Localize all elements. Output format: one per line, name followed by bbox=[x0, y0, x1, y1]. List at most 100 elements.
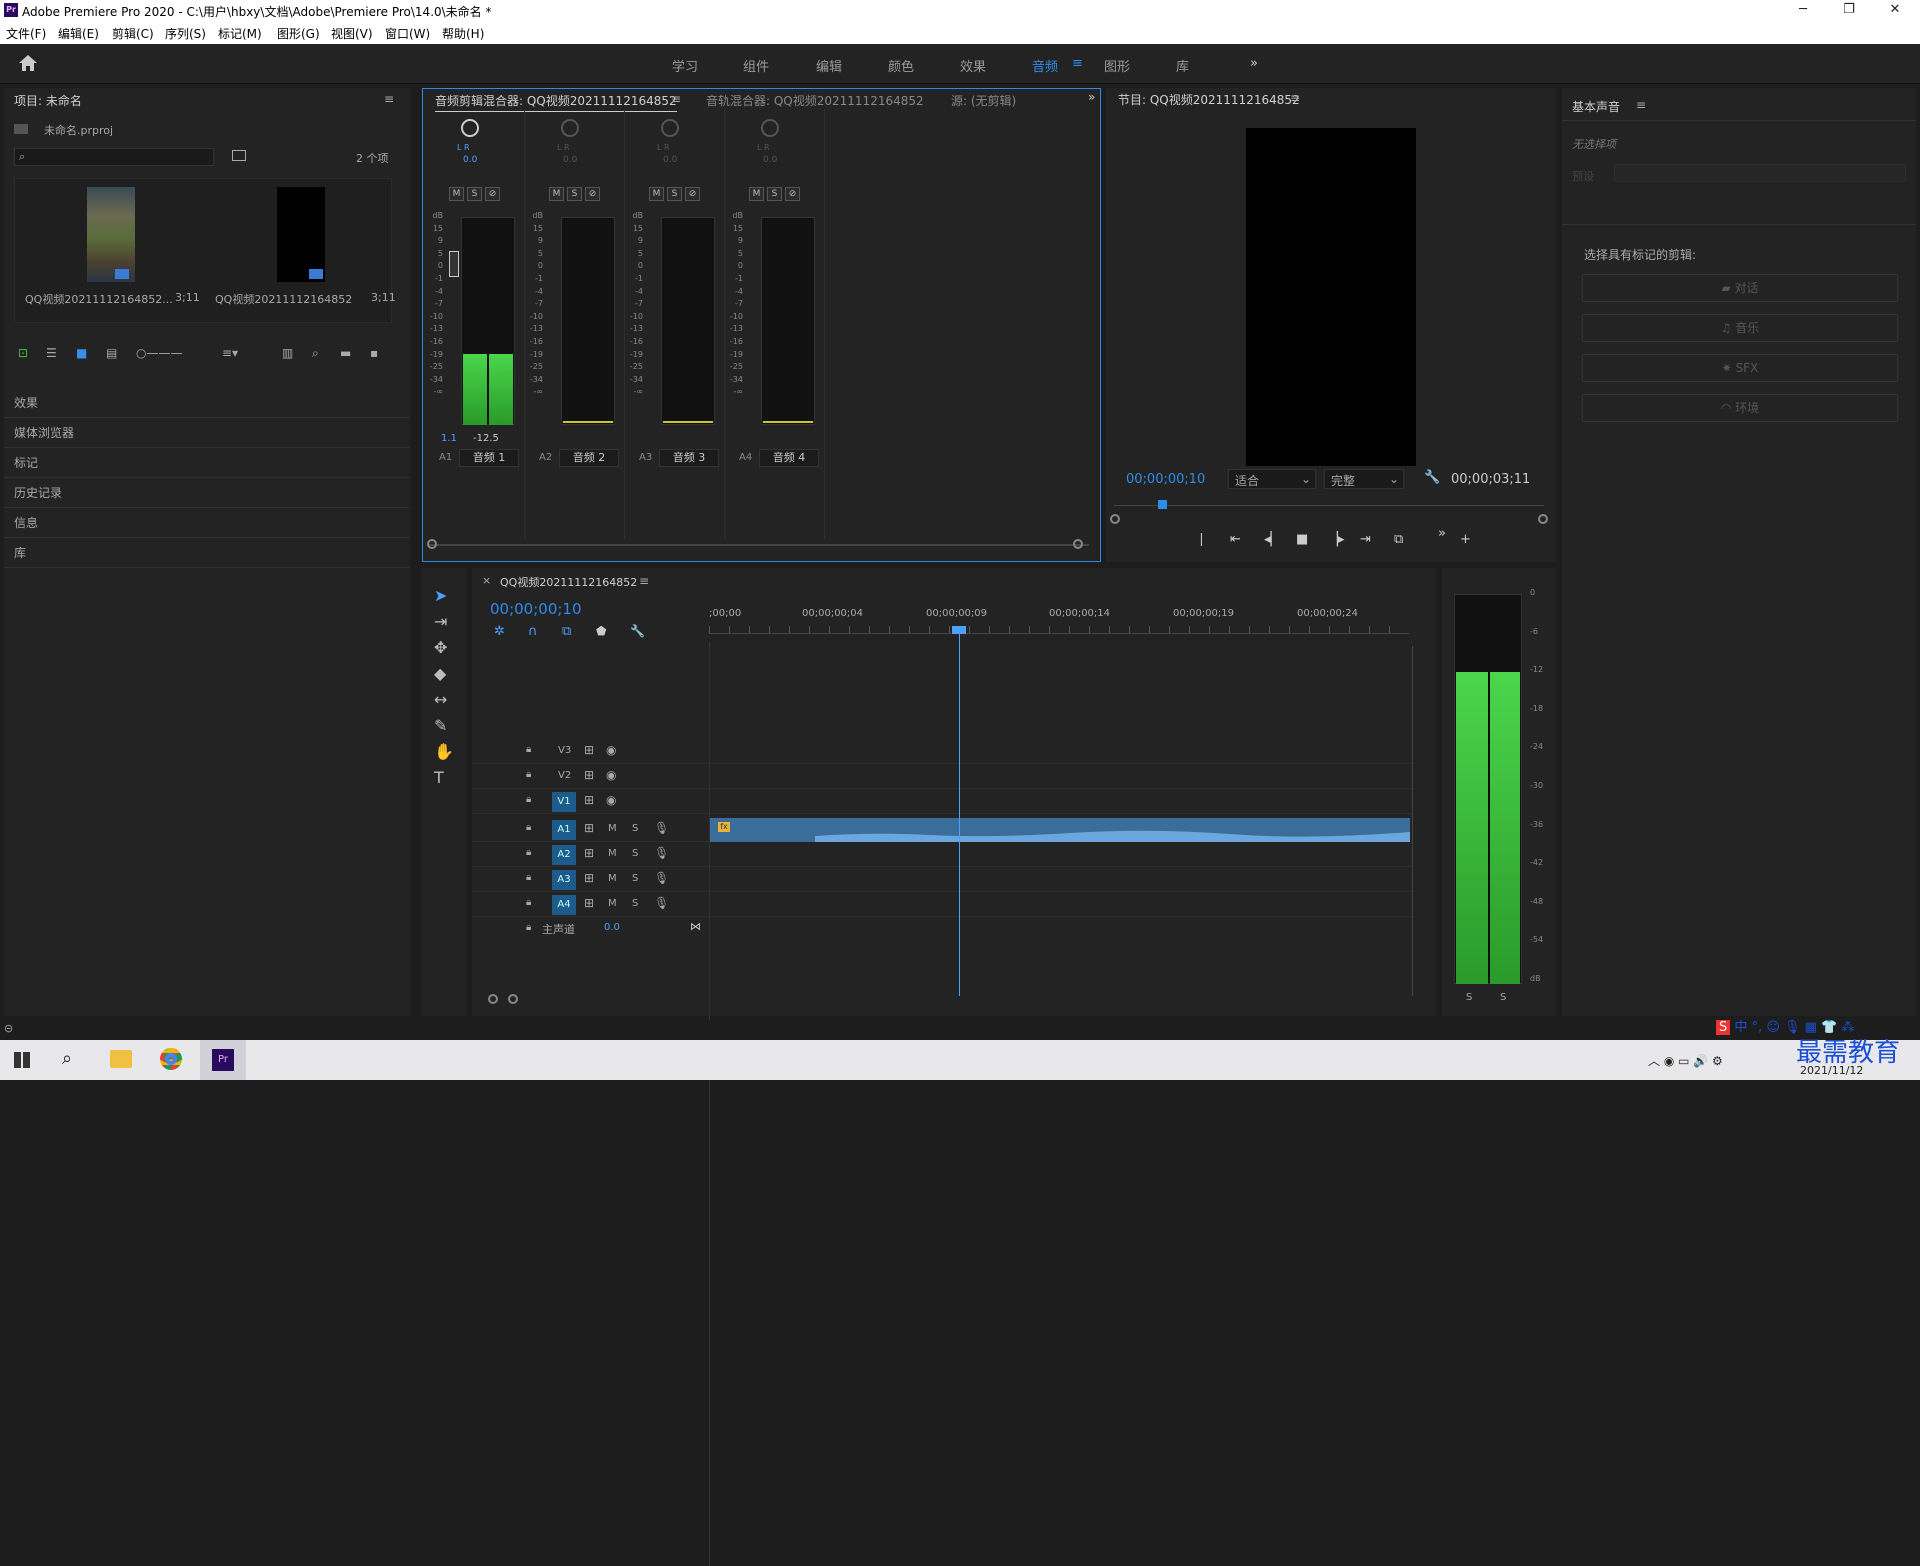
pan-value[interactable]: 0.0 bbox=[763, 155, 777, 165]
timeline-timecode[interactable]: 00;00;00;10 bbox=[490, 600, 582, 618]
freeform-view-icon[interactable]: ▤ bbox=[106, 346, 117, 360]
snap-icon[interactable]: ✲ bbox=[494, 624, 505, 639]
solo-button[interactable]: S bbox=[567, 187, 582, 201]
type-tool-icon[interactable]: T bbox=[434, 768, 444, 787]
workspace-graphics[interactable]: 图形 bbox=[1104, 56, 1130, 75]
solo-button[interactable]: S bbox=[632, 823, 638, 834]
pan-knob-icon[interactable] bbox=[461, 119, 479, 137]
pan-value[interactable]: 0.0 bbox=[463, 155, 477, 165]
more-controls-icon[interactable]: » bbox=[1438, 526, 1446, 541]
mixer-scrollbar[interactable] bbox=[429, 544, 1089, 546]
lock-icon[interactable]: ⊡ bbox=[18, 346, 28, 360]
mute-button[interactable]: M bbox=[608, 898, 617, 909]
lock-icon[interactable]: 🔒︎ bbox=[526, 822, 531, 833]
maximize-button[interactable]: ❐ bbox=[1826, 0, 1872, 22]
add-marker-icon[interactable]: ⬟ bbox=[596, 624, 606, 638]
track-target-A1[interactable]: A1 bbox=[552, 820, 576, 840]
automate-icon[interactable]: ▥ bbox=[282, 346, 293, 360]
razor-tool-icon[interactable]: ◆ bbox=[434, 664, 446, 683]
menu-marker[interactable]: 标记(M) bbox=[218, 25, 262, 42]
tab-track-mixer[interactable]: 音轨混合器: QQ视频20211112164852 bbox=[706, 92, 924, 109]
track-target-V1[interactable]: V1 bbox=[552, 792, 576, 812]
record-button[interactable]: ⊘ bbox=[685, 187, 700, 201]
eye-icon[interactable]: ◉ bbox=[606, 793, 616, 807]
step-back-icon[interactable]: ◂▏ bbox=[1264, 532, 1281, 547]
lock-icon[interactable]: 🔒︎ bbox=[526, 744, 531, 755]
menu-window[interactable]: 窗口(W) bbox=[385, 25, 430, 42]
lock-icon[interactable]: 🔒︎ bbox=[526, 794, 531, 805]
workspace-assembly[interactable]: 组件 bbox=[743, 56, 769, 75]
selection-tool-icon[interactable]: ➤ bbox=[434, 586, 447, 605]
search-icon[interactable]: ⌕ bbox=[62, 1048, 72, 1069]
lock-icon[interactable]: 🔒︎ bbox=[526, 922, 531, 933]
mute-button[interactable]: M bbox=[608, 823, 617, 834]
mixer-menu-icon[interactable]: ≡ bbox=[671, 92, 681, 106]
solo-button[interactable]: S bbox=[632, 848, 638, 859]
volume-fader[interactable] bbox=[449, 251, 459, 277]
find-icon[interactable]: ⌕ bbox=[312, 346, 319, 361]
tray-icons[interactable]: ︿ ◉ ▭ 🔊 ⚙ bbox=[1648, 1052, 1723, 1069]
new-item-icon[interactable]: ▪ bbox=[370, 346, 378, 360]
solo-button[interactable]: S bbox=[767, 187, 782, 201]
go-to-in-icon[interactable]: ⇤ bbox=[1230, 532, 1241, 547]
lock-icon[interactable]: 🔒︎ bbox=[526, 769, 531, 780]
track-target-V3[interactable]: V3 bbox=[558, 745, 571, 756]
audio-clip-a1[interactable]: fx bbox=[710, 818, 1410, 842]
more-workspaces-icon[interactable]: » bbox=[1250, 56, 1258, 71]
markers-tab[interactable]: 标记 bbox=[4, 448, 410, 478]
master-value[interactable]: 0.0 bbox=[604, 922, 620, 933]
windows-start-icon[interactable] bbox=[14, 1052, 30, 1068]
record-button[interactable]: ⊘ bbox=[485, 187, 500, 201]
eye-icon[interactable]: ◉ bbox=[606, 768, 616, 782]
premiere-taskbar-button[interactable]: Pr bbox=[200, 1040, 246, 1080]
icon-view-icon[interactable]: ■ bbox=[76, 346, 87, 360]
go-to-out-icon[interactable]: ⇥ bbox=[1360, 532, 1371, 547]
sfx-button[interactable]: ✷ SFX bbox=[1582, 354, 1898, 382]
export-frame-icon[interactable]: ⧉ bbox=[1394, 532, 1403, 547]
sync-lock-icon[interactable]: ⊞ bbox=[584, 743, 594, 757]
track-target-V2[interactable]: V2 bbox=[558, 770, 571, 781]
info-tab[interactable]: 信息 bbox=[4, 508, 410, 538]
record-button[interactable]: ⊘ bbox=[785, 187, 800, 201]
vertical-scrollbar[interactable] bbox=[1412, 646, 1420, 996]
libraries-tab[interactable]: 库 bbox=[4, 538, 410, 568]
program-menu-icon[interactable]: ≡ bbox=[1290, 91, 1300, 105]
lock-icon[interactable]: 🔒︎ bbox=[526, 872, 531, 883]
solo-button[interactable]: S bbox=[632, 873, 638, 884]
pan-value[interactable]: 0.0 bbox=[563, 155, 577, 165]
playhead-handle[interactable] bbox=[952, 626, 966, 634]
track-target-A3[interactable]: A3 bbox=[552, 870, 576, 890]
ambience-button[interactable]: ◠ 环境 bbox=[1582, 394, 1898, 422]
preset-dropdown[interactable] bbox=[1614, 164, 1906, 182]
sync-lock-icon[interactable]: ⊞ bbox=[584, 896, 594, 910]
menu-sequence[interactable]: 序列(S) bbox=[165, 25, 206, 42]
playhead-line[interactable] bbox=[959, 626, 960, 996]
eye-icon[interactable]: ◉ bbox=[606, 743, 616, 757]
effects-panel-tab[interactable]: 效果 bbox=[4, 388, 410, 418]
tab-source[interactable]: 源: (无剪辑) bbox=[951, 92, 1016, 109]
sequence-menu-icon[interactable]: ≡ bbox=[639, 574, 649, 588]
record-button[interactable]: ⊘ bbox=[585, 187, 600, 201]
hand-tool-icon[interactable]: ✋ bbox=[434, 742, 454, 761]
sync-lock-icon[interactable]: ⊞ bbox=[584, 871, 594, 885]
clip-thumbnail-2[interactable] bbox=[277, 187, 325, 282]
lock-icon[interactable]: 🔒︎ bbox=[526, 847, 531, 858]
music-button[interactable]: ♫ 音乐 bbox=[1582, 314, 1898, 342]
sort-icon[interactable]: ≡▾ bbox=[222, 346, 238, 360]
pan-value[interactable]: 0.0 bbox=[663, 155, 677, 165]
ripple-edit-tool-icon[interactable]: ✥ bbox=[434, 638, 447, 657]
microphone-icon[interactable]: 🎙︎ bbox=[654, 821, 669, 835]
mute-button[interactable]: M bbox=[608, 848, 617, 859]
dialogue-button[interactable]: ▰ 对话 bbox=[1582, 274, 1898, 302]
list-view-icon[interactable]: ☰ bbox=[46, 346, 57, 360]
fit-dropdown[interactable]: 适合 ⌄ bbox=[1228, 469, 1316, 489]
mute-button[interactable]: M bbox=[549, 187, 564, 201]
menu-clip[interactable]: 剪辑(C) bbox=[112, 25, 154, 42]
mute-button[interactable]: M bbox=[649, 187, 664, 201]
minimize-button[interactable]: ─ bbox=[1780, 0, 1826, 22]
lock-icon[interactable]: 🔒︎ bbox=[526, 897, 531, 908]
microphone-icon[interactable]: 🎙︎ bbox=[654, 896, 669, 910]
microphone-icon[interactable]: 🎙︎ bbox=[654, 871, 669, 885]
mute-button[interactable]: M bbox=[608, 873, 617, 884]
pen-tool-icon[interactable]: ✎ bbox=[434, 716, 447, 735]
